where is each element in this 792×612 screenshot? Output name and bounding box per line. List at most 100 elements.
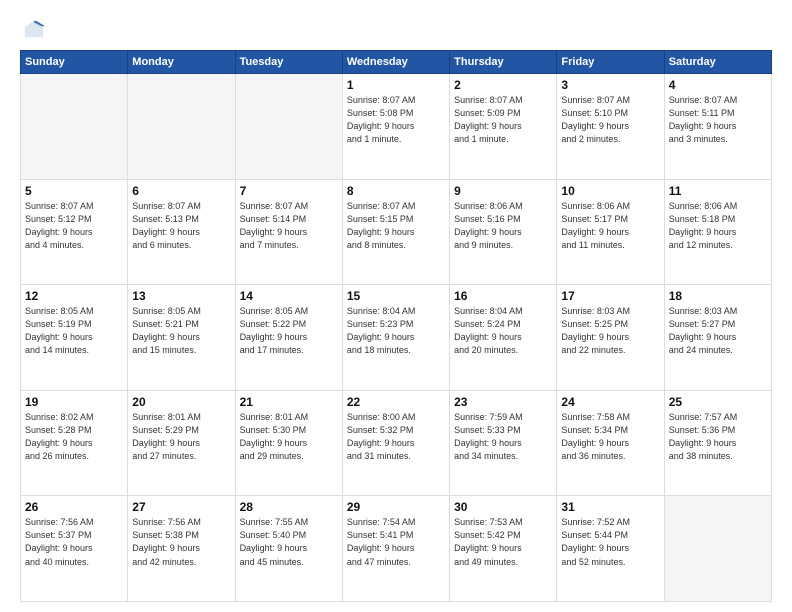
- day-number: 13: [132, 289, 230, 303]
- day-info: Sunrise: 8:07 AM Sunset: 5:11 PM Dayligh…: [669, 94, 767, 146]
- day-number: 22: [347, 395, 445, 409]
- calendar-cell: 1 Sunrise: 8:07 AM Sunset: 5:08 PM Daylig…: [342, 74, 449, 180]
- day-info: Sunrise: 8:05 AM Sunset: 5:19 PM Dayligh…: [25, 305, 123, 357]
- day-number: 23: [454, 395, 552, 409]
- day-info: Sunrise: 8:07 AM Sunset: 5:13 PM Dayligh…: [132, 200, 230, 252]
- day-number: 6: [132, 184, 230, 198]
- calendar-cell: 12 Sunrise: 8:05 AM Sunset: 5:19 PM Dayli…: [21, 285, 128, 391]
- calendar-cell: 23 Sunrise: 7:59 AM Sunset: 5:33 PM Dayli…: [450, 390, 557, 496]
- day-info: Sunrise: 7:53 AM Sunset: 5:42 PM Dayligh…: [454, 516, 552, 568]
- day-number: 21: [240, 395, 338, 409]
- day-info: Sunrise: 7:52 AM Sunset: 5:44 PM Dayligh…: [561, 516, 659, 568]
- calendar-cell: 26 Sunrise: 7:56 AM Sunset: 5:37 PM Dayli…: [21, 496, 128, 602]
- calendar-cell: 20 Sunrise: 8:01 AM Sunset: 5:29 PM Dayli…: [128, 390, 235, 496]
- day-info: Sunrise: 8:02 AM Sunset: 5:28 PM Dayligh…: [25, 411, 123, 463]
- calendar-cell: 8 Sunrise: 8:07 AM Sunset: 5:15 PM Daylig…: [342, 179, 449, 285]
- calendar-cell: 31Sunrise: 7:52 AM Sunset: 5:44 PM Dayli…: [557, 496, 664, 602]
- calendar-cell: 22 Sunrise: 8:00 AM Sunset: 5:32 PM Dayli…: [342, 390, 449, 496]
- day-number: 19: [25, 395, 123, 409]
- calendar-cell: 5Sunrise: 8:07 AM Sunset: 5:12 PM Daylig…: [21, 179, 128, 285]
- day-info: Sunrise: 8:00 AM Sunset: 5:32 PM Dayligh…: [347, 411, 445, 463]
- day-number: 16: [454, 289, 552, 303]
- calendar-week-row: 12 Sunrise: 8:05 AM Sunset: 5:19 PM Dayli…: [21, 285, 772, 391]
- calendar-cell: 15 Sunrise: 8:04 AM Sunset: 5:23 PM Dayli…: [342, 285, 449, 391]
- day-number: 17: [561, 289, 659, 303]
- day-info: Sunrise: 7:56 AM Sunset: 5:37 PM Dayligh…: [25, 516, 123, 568]
- logo-text: [20, 18, 45, 40]
- day-info: Sunrise: 8:07 AM Sunset: 5:15 PM Dayligh…: [347, 200, 445, 252]
- calendar-cell: 9 Sunrise: 8:06 AM Sunset: 5:16 PM Daylig…: [450, 179, 557, 285]
- calendar-cell: 28 Sunrise: 7:55 AM Sunset: 5:40 PM Dayli…: [235, 496, 342, 602]
- day-number: 9: [454, 184, 552, 198]
- day-info: Sunrise: 8:03 AM Sunset: 5:27 PM Dayligh…: [669, 305, 767, 357]
- day-number: 14: [240, 289, 338, 303]
- day-number: 29: [347, 500, 445, 514]
- day-number: 26: [25, 500, 123, 514]
- day-number: 15: [347, 289, 445, 303]
- calendar-cell: 19 Sunrise: 8:02 AM Sunset: 5:28 PM Dayli…: [21, 390, 128, 496]
- page: SundayMondayTuesdayWednesdayThursdayFrid…: [0, 0, 792, 612]
- day-info: Sunrise: 8:06 AM Sunset: 5:16 PM Dayligh…: [454, 200, 552, 252]
- day-number: 30: [454, 500, 552, 514]
- day-info: Sunrise: 7:58 AM Sunset: 5:34 PM Dayligh…: [561, 411, 659, 463]
- weekday-header: Monday: [128, 51, 235, 74]
- calendar-week-row: 19 Sunrise: 8:02 AM Sunset: 5:28 PM Dayli…: [21, 390, 772, 496]
- day-number: 12: [25, 289, 123, 303]
- day-info: Sunrise: 7:54 AM Sunset: 5:41 PM Dayligh…: [347, 516, 445, 568]
- day-number: 3: [561, 78, 659, 92]
- day-info: Sunrise: 7:57 AM Sunset: 5:36 PM Dayligh…: [669, 411, 767, 463]
- day-number: 4: [669, 78, 767, 92]
- day-info: Sunrise: 8:07 AM Sunset: 5:09 PM Dayligh…: [454, 94, 552, 146]
- calendar-cell: 11 Sunrise: 8:06 AM Sunset: 5:18 PM Dayli…: [664, 179, 771, 285]
- calendar-cell: [664, 496, 771, 602]
- weekday-header: Friday: [557, 51, 664, 74]
- day-number: 28: [240, 500, 338, 514]
- day-info: Sunrise: 8:07 AM Sunset: 5:10 PM Dayligh…: [561, 94, 659, 146]
- header: [20, 18, 772, 40]
- calendar-cell: 16 Sunrise: 8:04 AM Sunset: 5:24 PM Dayli…: [450, 285, 557, 391]
- day-info: Sunrise: 8:05 AM Sunset: 5:22 PM Dayligh…: [240, 305, 338, 357]
- calendar-week-row: 26 Sunrise: 7:56 AM Sunset: 5:37 PM Dayli…: [21, 496, 772, 602]
- day-number: 20: [132, 395, 230, 409]
- day-info: Sunrise: 8:05 AM Sunset: 5:21 PM Dayligh…: [132, 305, 230, 357]
- day-info: Sunrise: 8:04 AM Sunset: 5:23 PM Dayligh…: [347, 305, 445, 357]
- weekday-header: Tuesday: [235, 51, 342, 74]
- calendar-cell: [128, 74, 235, 180]
- weekday-header: Sunday: [21, 51, 128, 74]
- calendar-cell: 25Sunrise: 7:57 AM Sunset: 5:36 PM Dayli…: [664, 390, 771, 496]
- day-number: 1: [347, 78, 445, 92]
- day-number: 18: [669, 289, 767, 303]
- calendar-cell: 18 Sunrise: 8:03 AM Sunset: 5:27 PM Dayli…: [664, 285, 771, 391]
- calendar-cell: 7Sunrise: 8:07 AM Sunset: 5:14 PM Daylig…: [235, 179, 342, 285]
- day-number: 8: [347, 184, 445, 198]
- day-info: Sunrise: 7:55 AM Sunset: 5:40 PM Dayligh…: [240, 516, 338, 568]
- calendar-cell: 2 Sunrise: 8:07 AM Sunset: 5:09 PM Daylig…: [450, 74, 557, 180]
- calendar-cell: 13 Sunrise: 8:05 AM Sunset: 5:21 PM Dayli…: [128, 285, 235, 391]
- day-number: 27: [132, 500, 230, 514]
- calendar-cell: 24 Sunrise: 7:58 AM Sunset: 5:34 PM Dayli…: [557, 390, 664, 496]
- day-number: 11: [669, 184, 767, 198]
- calendar-cell: 27 Sunrise: 7:56 AM Sunset: 5:38 PM Dayli…: [128, 496, 235, 602]
- calendar-cell: 14 Sunrise: 8:05 AM Sunset: 5:22 PM Dayli…: [235, 285, 342, 391]
- day-info: Sunrise: 8:06 AM Sunset: 5:18 PM Dayligh…: [669, 200, 767, 252]
- calendar-cell: 10Sunrise: 8:06 AM Sunset: 5:17 PM Dayli…: [557, 179, 664, 285]
- day-number: 24: [561, 395, 659, 409]
- day-info: Sunrise: 8:07 AM Sunset: 5:12 PM Dayligh…: [25, 200, 123, 252]
- day-info: Sunrise: 7:56 AM Sunset: 5:38 PM Dayligh…: [132, 516, 230, 568]
- weekday-header: Thursday: [450, 51, 557, 74]
- calendar-cell: [21, 74, 128, 180]
- day-info: Sunrise: 8:04 AM Sunset: 5:24 PM Dayligh…: [454, 305, 552, 357]
- day-info: Sunrise: 8:03 AM Sunset: 5:25 PM Dayligh…: [561, 305, 659, 357]
- day-info: Sunrise: 8:07 AM Sunset: 5:08 PM Dayligh…: [347, 94, 445, 146]
- day-info: Sunrise: 7:59 AM Sunset: 5:33 PM Dayligh…: [454, 411, 552, 463]
- calendar-cell: 21Sunrise: 8:01 AM Sunset: 5:30 PM Dayli…: [235, 390, 342, 496]
- day-number: 2: [454, 78, 552, 92]
- day-info: Sunrise: 8:01 AM Sunset: 5:29 PM Dayligh…: [132, 411, 230, 463]
- calendar-week-row: 5Sunrise: 8:07 AM Sunset: 5:12 PM Daylig…: [21, 179, 772, 285]
- day-info: Sunrise: 8:07 AM Sunset: 5:14 PM Dayligh…: [240, 200, 338, 252]
- calendar-week-row: 1 Sunrise: 8:07 AM Sunset: 5:08 PM Daylig…: [21, 74, 772, 180]
- calendar-cell: 30 Sunrise: 7:53 AM Sunset: 5:42 PM Dayli…: [450, 496, 557, 602]
- day-info: Sunrise: 8:06 AM Sunset: 5:17 PM Dayligh…: [561, 200, 659, 252]
- calendar-cell: 6 Sunrise: 8:07 AM Sunset: 5:13 PM Daylig…: [128, 179, 235, 285]
- weekday-header: Wednesday: [342, 51, 449, 74]
